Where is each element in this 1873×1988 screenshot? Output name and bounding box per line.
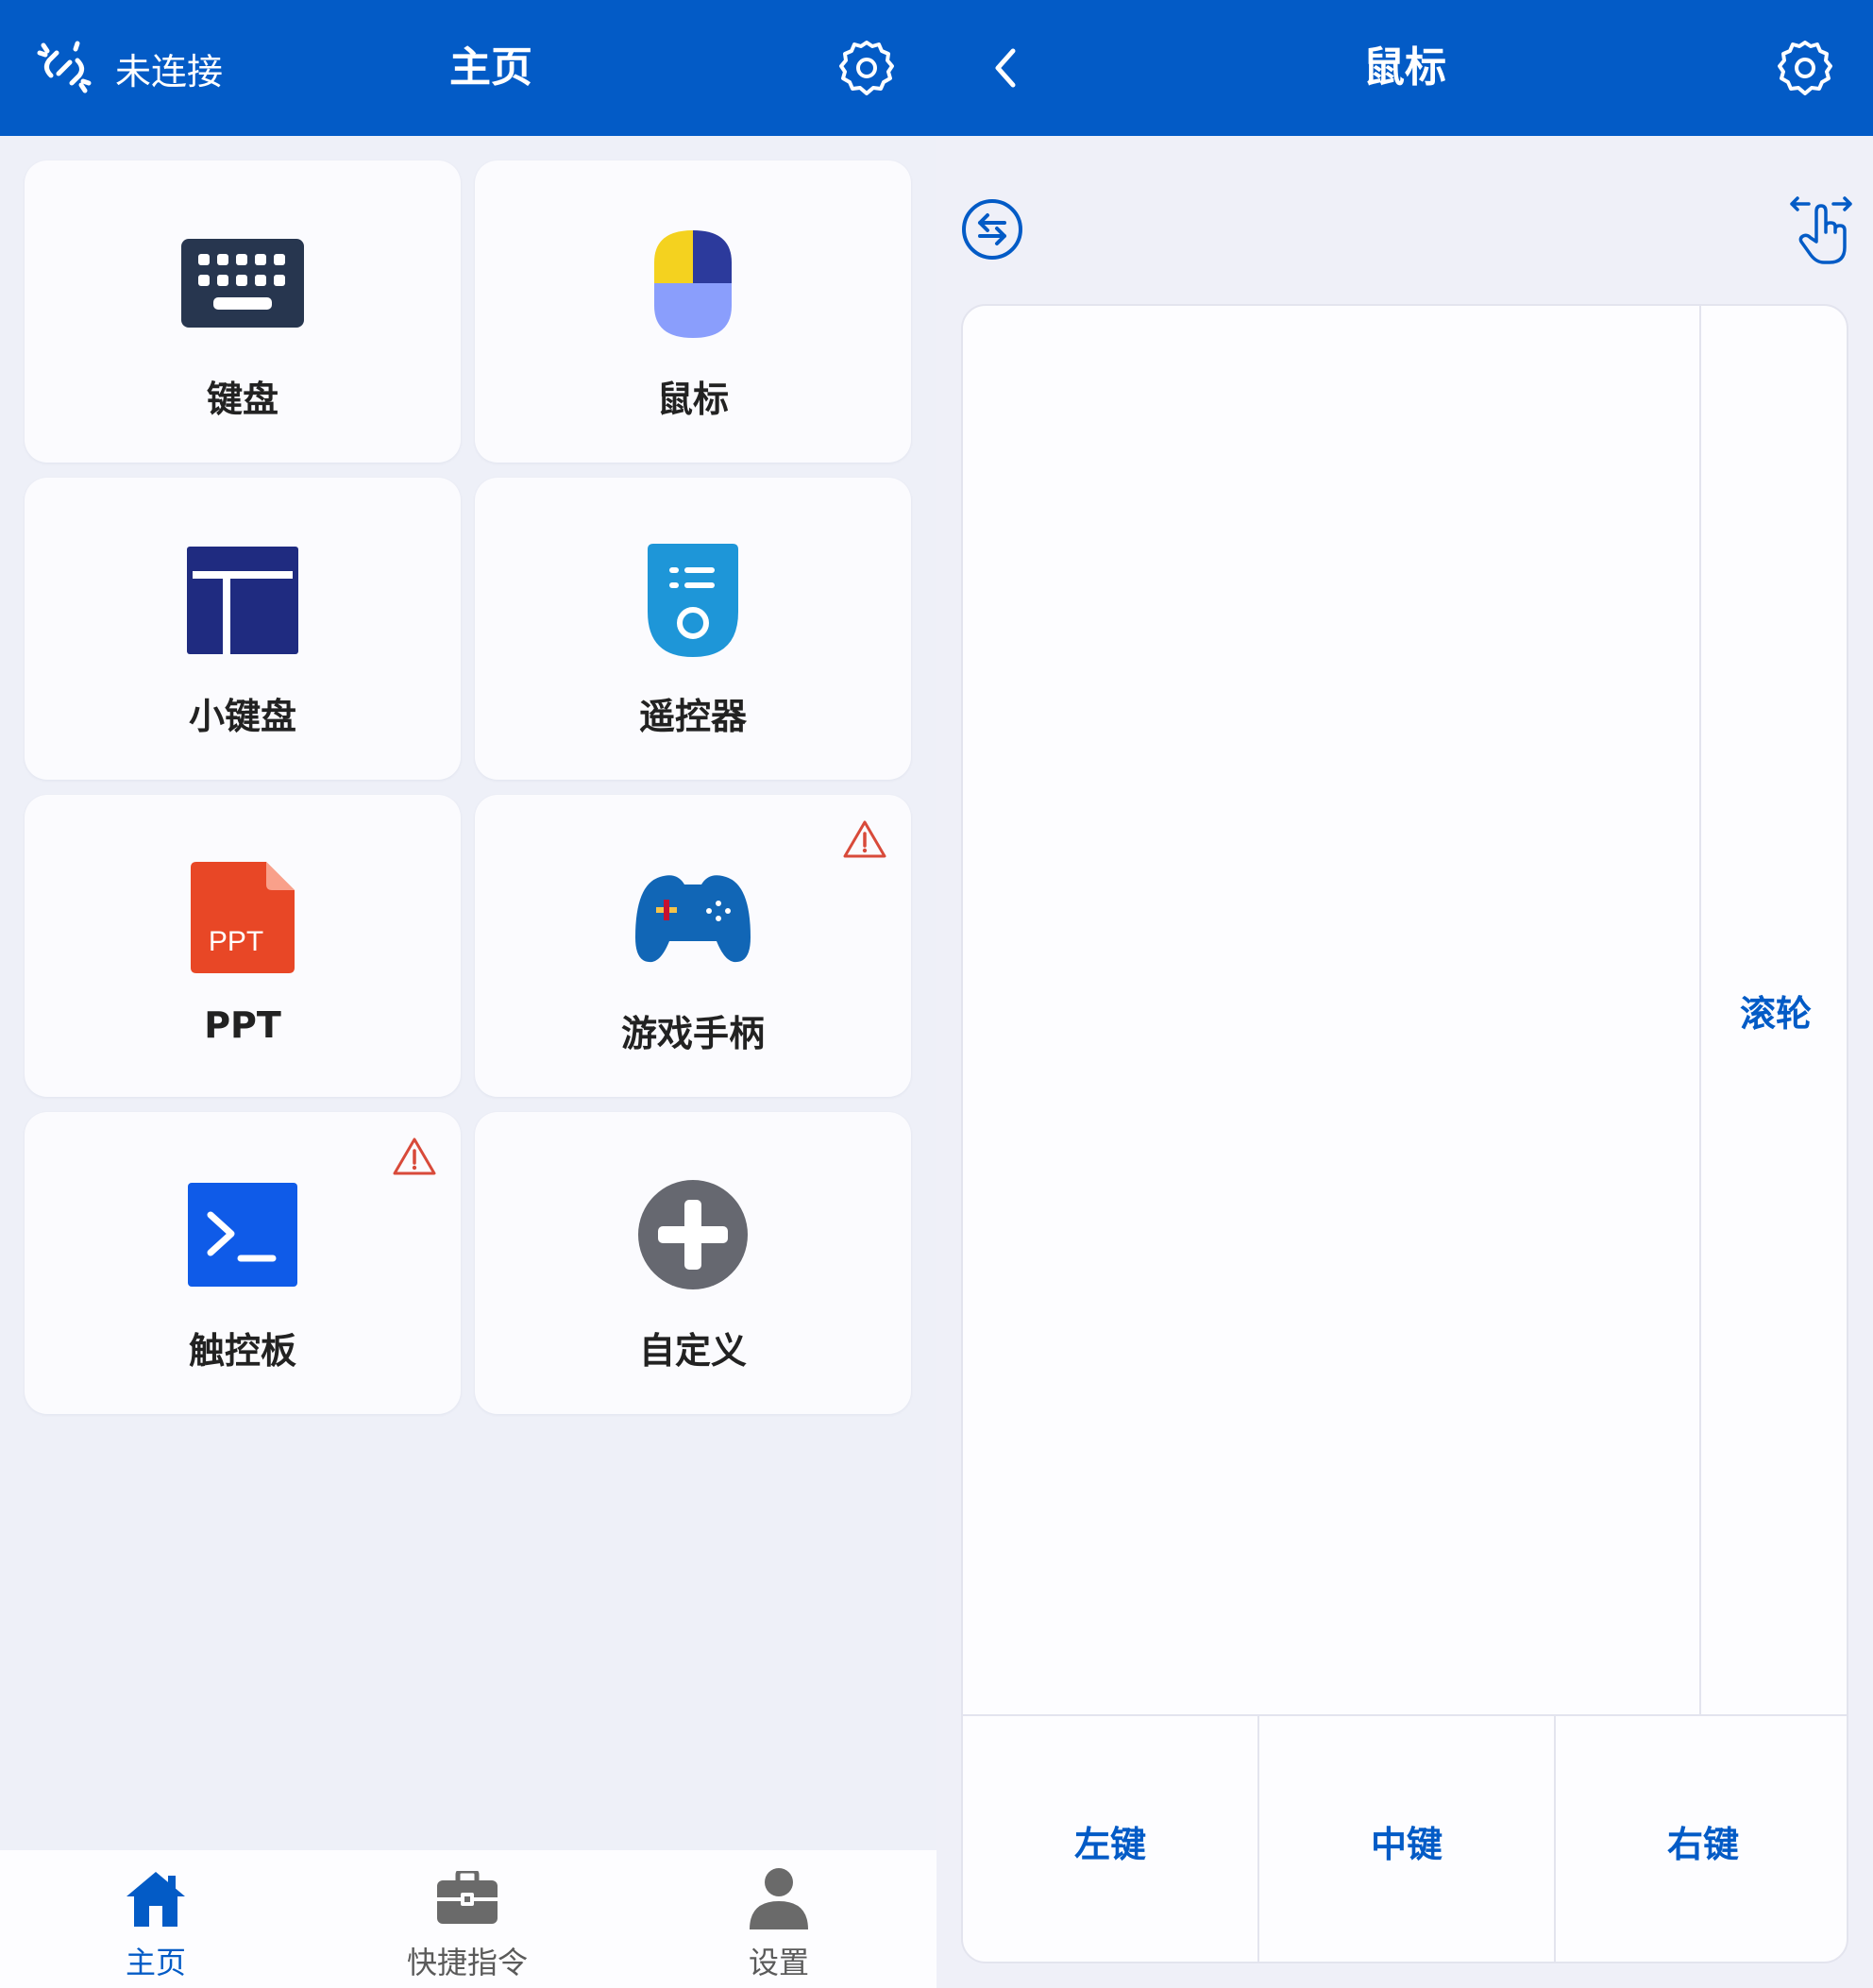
connection-status-label: 未连接 [115, 50, 224, 93]
card-label-custom: 自定义 [638, 1330, 747, 1372]
card-label-numpad: 小键盘 [188, 696, 296, 737]
nav-label-home: 主页 [125, 1945, 186, 1980]
card-mouse[interactable]: 鼠标 [475, 160, 911, 463]
card-keyboard[interactable]: 键盘 [25, 160, 461, 463]
nav-label-shortcuts: 快捷指令 [406, 1945, 528, 1980]
home-screen: 未连接 主页 键盘 鼠标 小键盘 遥控器 PPT PPT 游戏手柄 触控板 自定… [0, 0, 936, 1988]
scroll-wheel-label: 滚轮 [1739, 992, 1812, 1035]
touchpad: 滚轮 左键 中键 右键 [961, 304, 1848, 1963]
home-icon [127, 1872, 185, 1927]
card-ppt[interactable]: PPT PPT [25, 795, 461, 1097]
terminal-icon [188, 1183, 297, 1287]
ppt-badge-text: PPT [209, 926, 263, 957]
numpad-icon [187, 547, 298, 654]
touch-area[interactable] [963, 306, 1699, 1714]
nav-item-settings[interactable]: 设置 [661, 1850, 897, 1988]
card-touchpad[interactable]: 触控板 [25, 1112, 461, 1414]
mouse-buttons: 左键 中键 右键 [963, 1714, 1847, 1962]
right-click-button[interactable]: 右键 [1556, 1716, 1847, 1962]
nav-item-shortcuts[interactable]: 快捷指令 [349, 1850, 585, 1988]
card-label-gamepad: 游戏手柄 [620, 1013, 765, 1054]
gamepad-icon [635, 875, 751, 963]
remote-icon [648, 544, 738, 657]
home-app-bar: 未连接 主页 [0, 0, 936, 136]
scroll-wheel-area[interactable]: 滚轮 [1699, 306, 1847, 1714]
card-label-ppt: PPT [204, 1004, 281, 1046]
card-label-mouse: 鼠标 [656, 379, 729, 420]
card-gamepad[interactable]: 游戏手柄 [475, 795, 911, 1097]
mouse-app-bar: 鼠标 [936, 0, 1873, 136]
switch-mode-button[interactable] [959, 196, 1025, 262]
toolbox-icon [437, 1871, 498, 1924]
card-custom[interactable]: 自定义 [475, 1112, 911, 1414]
gear-icon [839, 41, 894, 95]
person-icon [750, 1868, 808, 1929]
mouse-settings-button[interactable] [1773, 36, 1837, 100]
card-label-remote: 遥控器 [638, 696, 747, 737]
mouse-screen: 鼠标 滚轮 左键 中键 右键 [936, 0, 1873, 1988]
nav-label-settings: 设置 [748, 1945, 809, 1980]
card-remote[interactable]: 遥控器 [475, 478, 911, 780]
disconnected-link-icon [37, 41, 92, 93]
page-title: 主页 [449, 43, 532, 92]
swap-arrows-icon [962, 199, 1022, 260]
add-circle-icon [638, 1180, 748, 1289]
mouse-icon [654, 230, 732, 338]
middle-click-button[interactable]: 中键 [1259, 1716, 1556, 1962]
card-label-touchpad: 触控板 [188, 1330, 296, 1372]
bottom-navigation: 主页 快捷指令 设置 [0, 1850, 936, 1988]
home-settings-button[interactable] [835, 36, 899, 100]
gesture-button[interactable] [1786, 193, 1856, 266]
connection-status[interactable]: 未连接 [36, 34, 223, 102]
ppt-icon: PPT [191, 862, 295, 973]
keyboard-icon [181, 239, 304, 328]
left-click-button[interactable]: 左键 [963, 1716, 1259, 1962]
card-label-keyboard: 键盘 [206, 379, 278, 420]
nav-item-home[interactable]: 主页 [38, 1850, 274, 1988]
card-numpad[interactable]: 小键盘 [25, 478, 461, 780]
hand-swipe-icon [1790, 196, 1852, 264]
gear-icon [1778, 41, 1832, 95]
page-title: 鼠标 [1363, 43, 1446, 92]
